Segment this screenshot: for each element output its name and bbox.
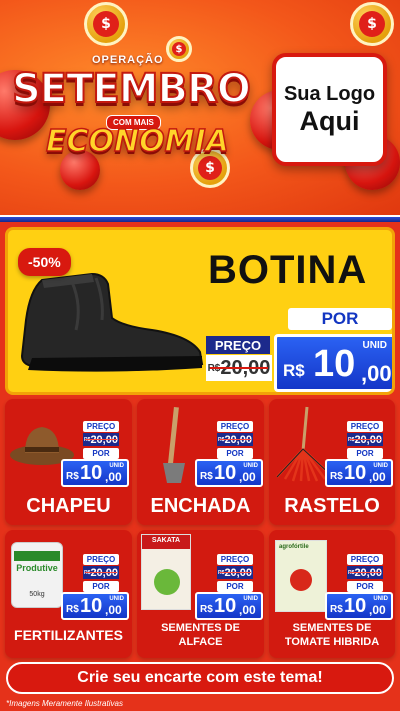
product-name-line1: SEMENTES DE xyxy=(161,622,240,634)
new-price: UNID R$ 10 ,00 xyxy=(274,334,392,392)
price-tag: PREÇO R$20,00 POR UNIDR$10,00 xyxy=(61,554,129,620)
logo-placeholder[interactable]: Sua Logo Aqui xyxy=(272,53,387,166)
product-card-enchada[interactable]: PREÇO R$20,00 POR UNIDR$10,00 ENCHADA xyxy=(137,399,264,525)
title-economia: ECONOMIA xyxy=(45,123,229,160)
operation-label: OPERAÇÃO xyxy=(92,54,164,66)
hero-price-tag: POR PREÇO R$20,00 UNID R$ 10 ,00 xyxy=(206,308,392,392)
title-setembro: SETEMBRO xyxy=(11,65,252,113)
product-card-fertilizantes[interactable]: Produtive 50kg PREÇO R$20,00 POR UNIDR$1… xyxy=(5,530,132,658)
price-tag: PREÇO R$20,00 POR UNIDR$10,00 xyxy=(195,421,263,487)
price-tag: PREÇO R$20,00 POR UNIDR$10,00 xyxy=(325,554,393,620)
old-price: R$20,00 xyxy=(206,355,272,381)
seed-packet-icon: SAKATA xyxy=(141,534,191,610)
por-label: POR xyxy=(288,308,392,330)
coin-icon: $ xyxy=(84,2,128,46)
fertilizer-bag-icon: Produtive 50kg xyxy=(11,542,63,608)
discount-badge: -50% xyxy=(18,248,71,276)
coin-icon: $ xyxy=(350,2,394,46)
product-card-rastelo[interactable]: PREÇO R$20,00 POR UNIDR$10,00 RASTELO xyxy=(269,399,395,525)
product-card-sementes-alface[interactable]: SAKATA PREÇO R$20,00 POR UNIDR$10,00 SEM… xyxy=(137,530,264,658)
boot-icon xyxy=(20,272,204,372)
campaign-title: OPERAÇÃO SETEMBRO COM MAIS ECONOMIA xyxy=(11,48,262,178)
product-name-line2: TOMATE HIBRIDA xyxy=(284,636,380,648)
header-banner: $ $ $ $ OPERAÇÃO SETEMBRO COM MAIS ECONO… xyxy=(0,0,400,215)
product-name: RASTELO xyxy=(284,495,380,517)
product-name-line1: SEMENTES DE xyxy=(292,622,372,634)
product-name: ENCHADA xyxy=(150,495,251,517)
footnote: *Imagens Meramente Ilustrativas xyxy=(6,699,123,708)
hero-offer-card[interactable]: -50% BOTINA POR PREÇO R$20,00 UNID R$ 10… xyxy=(5,227,395,395)
preco-label: PREÇO xyxy=(206,336,270,354)
product-name: FERTILIZANTES xyxy=(14,627,123,643)
price-tag: PREÇO R$20,00 POR UNIDR$10,00 xyxy=(61,421,129,487)
hero-product-name: BOTINA xyxy=(208,248,368,292)
product-name: CHAPEU xyxy=(26,495,111,517)
product-card-sementes-tomate[interactable]: agrofórtile PREÇO R$20,00 POR UNIDR$10,0… xyxy=(269,530,395,658)
hoe-icon xyxy=(163,406,185,483)
price-tag: PREÇO R$20,00 POR UNIDR$10,00 xyxy=(195,554,263,620)
divider-strip xyxy=(0,215,400,222)
offers-area: -50% BOTINA POR PREÇO R$20,00 UNID R$ 10… xyxy=(0,222,400,711)
seed-packet-icon: agrofórtile xyxy=(275,540,327,612)
product-name-line2: ALFACE xyxy=(178,636,223,648)
logo-line-1: Sua Logo xyxy=(283,82,376,105)
product-card-chapeu[interactable]: PREÇO R$20,00 POR UNIDR$10,00 CHAPEU xyxy=(5,399,132,525)
cta-button[interactable]: Crie seu encarte com este tema! xyxy=(6,662,394,694)
price-tag: PREÇO R$20,00 POR UNIDR$10,00 xyxy=(325,421,393,487)
logo-line-2: Aqui xyxy=(299,105,360,136)
